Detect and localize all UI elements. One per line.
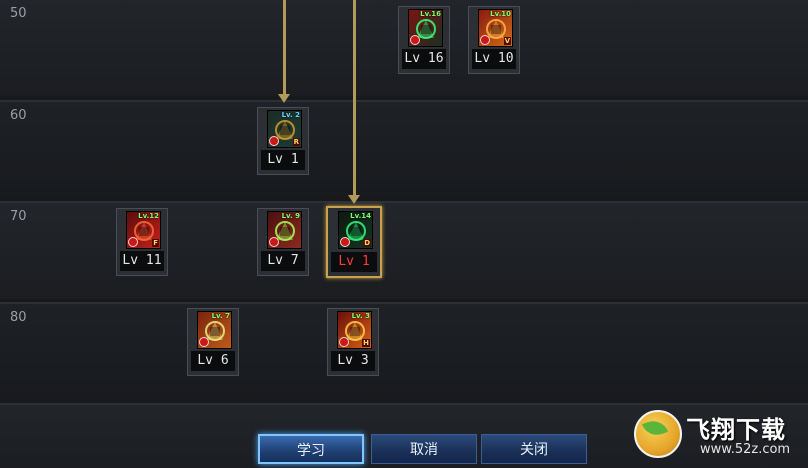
skill-key-letter: F xyxy=(152,239,159,247)
skill-c-icon: Lv. 2 R xyxy=(267,110,302,148)
skill-tree-panel: 50 60 70 80 Lv.16 Lv 16 Lv.10 V Lv 10 Lv. 2… xyxy=(0,0,808,468)
skill-max-level-tag: Lv. 2 xyxy=(281,111,300,119)
level-row-60: 60 xyxy=(0,100,808,198)
skill-d-icon: Lv.12 F xyxy=(126,211,161,249)
level-label: 50 xyxy=(10,6,27,21)
skill-max-level-tag: Lv. 7 xyxy=(211,312,230,320)
level-label: 70 xyxy=(10,209,27,224)
watermark-logo: 飞翔下载 www.52z.com xyxy=(630,406,806,466)
alert-icon xyxy=(340,237,350,247)
skill-level-text: Lv 6 xyxy=(191,351,235,371)
prereq-arrow-line xyxy=(353,0,356,195)
skill-max-level-tag: Lv.10 xyxy=(490,10,511,18)
level-label: 80 xyxy=(10,310,27,325)
close-button[interactable]: 关闭 xyxy=(481,434,587,464)
skill-h-icon: Lv. 3 H xyxy=(337,311,372,349)
skill-g-icon: Lv. 7 xyxy=(197,311,232,349)
skill-slot[interactable]: Lv. 7 Lv 6 xyxy=(187,308,239,376)
skill-max-level-tag: Lv. 9 xyxy=(281,212,300,220)
level-label: 60 xyxy=(10,108,27,123)
skill-slot[interactable]: Lv.16 Lv 16 xyxy=(398,6,450,74)
alert-icon xyxy=(128,237,138,247)
skill-f-icon: Lv.14 D xyxy=(338,211,373,249)
learn-button[interactable]: 学习 xyxy=(258,434,364,464)
skill-a-icon: Lv.16 xyxy=(408,9,443,47)
cancel-button[interactable]: 取消 xyxy=(371,434,477,464)
skill-level-text: Lv 10 xyxy=(472,49,516,69)
skill-e-icon: Lv. 9 xyxy=(267,211,302,249)
skill-key-letter: D xyxy=(363,239,371,247)
skill-slot[interactable]: Lv. 3 H Lv 3 xyxy=(327,308,379,376)
skill-slot[interactable]: Lv.12 F Lv 11 xyxy=(116,208,168,276)
prereq-arrow-head xyxy=(348,195,360,204)
alert-icon xyxy=(269,237,279,247)
level-row-80: 80 xyxy=(0,302,808,400)
watermark-title: 飞翔下载 xyxy=(686,416,786,444)
alert-icon xyxy=(480,35,490,45)
skill-key-letter: R xyxy=(292,138,300,146)
alert-icon xyxy=(199,337,209,347)
prereq-arrow-line xyxy=(283,0,286,94)
skill-max-level-tag: Lv. 3 xyxy=(351,312,370,320)
skill-slot[interactable]: Lv.10 V Lv 10 xyxy=(468,6,520,74)
skill-slot[interactable]: Lv. 2 R Lv 1 xyxy=(257,107,309,175)
skill-level-text: Lv 1 xyxy=(261,150,305,170)
skill-b-icon: Lv.10 V xyxy=(478,9,513,47)
prereq-arrow-head xyxy=(278,94,290,103)
alert-icon xyxy=(410,35,420,45)
skill-max-level-tag: Lv.16 xyxy=(420,10,441,18)
watermark-site: www.52z.com xyxy=(700,442,791,457)
skill-slot[interactable]: Lv. 9 Lv 7 xyxy=(257,208,309,276)
skill-max-level-tag: Lv.12 xyxy=(138,212,159,220)
skill-key-letter: H xyxy=(362,339,370,347)
skill-key-letter: V xyxy=(503,37,511,45)
skill-slot[interactable]: Lv.14 D Lv 1 xyxy=(326,206,382,278)
skill-max-level-tag: Lv.14 xyxy=(350,212,371,220)
skill-level-text: Lv 1 xyxy=(331,252,377,272)
skill-level-text: Lv 7 xyxy=(261,251,305,271)
skill-level-text: Lv 16 xyxy=(402,49,446,69)
alert-icon xyxy=(339,337,349,347)
alert-icon xyxy=(269,136,279,146)
skill-level-text: Lv 3 xyxy=(331,351,375,371)
skill-level-text: Lv 11 xyxy=(120,251,164,271)
